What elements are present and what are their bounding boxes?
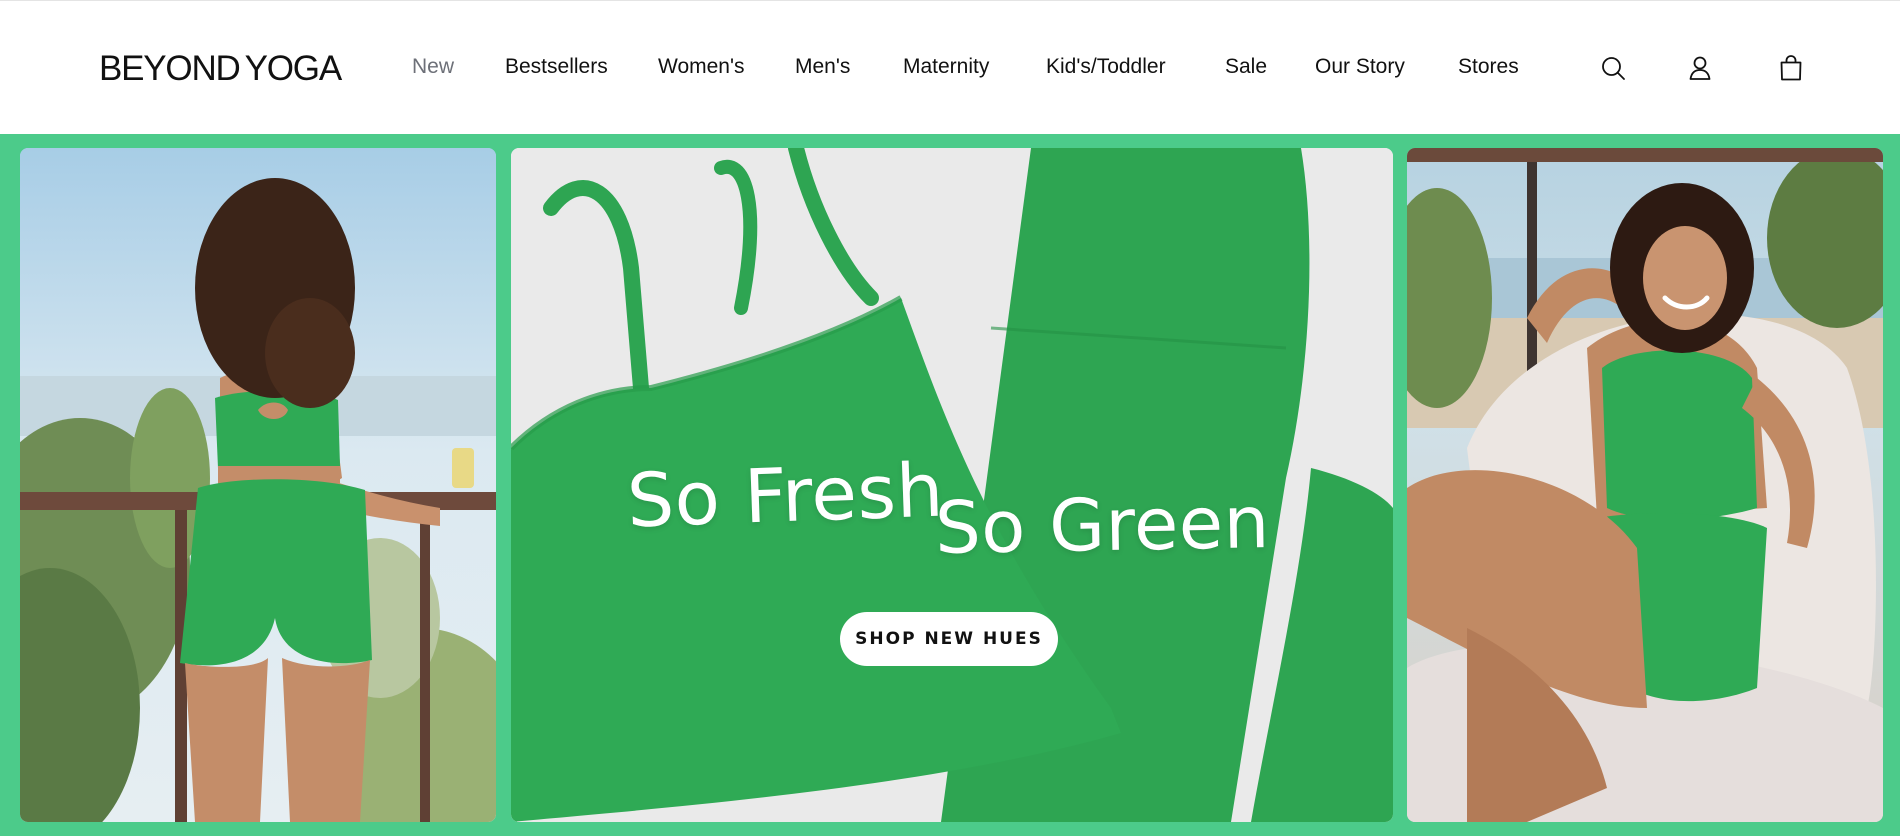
hero-banner: So Fresh So Green SHOP NEW HUES	[0, 134, 1900, 836]
nav-item-maternity[interactable]: Maternity	[903, 53, 989, 81]
hero-headline-2: So Green	[934, 480, 1271, 570]
account-icon[interactable]	[1685, 53, 1715, 83]
woman-balcony-illustration	[20, 148, 496, 822]
shop-new-hues-button[interactable]: SHOP NEW HUES	[840, 612, 1058, 666]
nav-item-mens[interactable]: Men's	[795, 53, 850, 81]
hero-image-right[interactable]	[1407, 148, 1883, 822]
brand-name-part1: BEYOND	[99, 49, 241, 88]
nav-item-our-story[interactable]: Our Story	[1315, 53, 1405, 81]
nav-item-bestsellers[interactable]: Bestsellers	[505, 53, 608, 81]
brand-name-part2: YOGA	[244, 49, 343, 88]
hero-image-left[interactable]	[20, 148, 496, 822]
woman-lounging-illustration	[1407, 148, 1883, 822]
search-icon[interactable]	[1598, 53, 1628, 83]
hero-headline-1: So Fresh	[625, 447, 946, 545]
nav-item-sale[interactable]: Sale	[1225, 53, 1267, 81]
shopping-bag-icon[interactable]	[1776, 53, 1806, 83]
nav-item-kids-toddler[interactable]: Kid's/Toddler	[1046, 53, 1166, 81]
nav-item-stores[interactable]: Stores	[1458, 53, 1519, 81]
brand-logo[interactable]: BEYOND YOGA	[99, 49, 343, 89]
nav-item-new[interactable]: New	[412, 53, 454, 81]
site-header: BEYOND YOGA New Bestsellers Women's Men'…	[0, 0, 1900, 134]
nav-item-womens[interactable]: Women's	[658, 53, 744, 81]
hero-image-center[interactable]: So Fresh So Green SHOP NEW HUES	[511, 148, 1393, 822]
